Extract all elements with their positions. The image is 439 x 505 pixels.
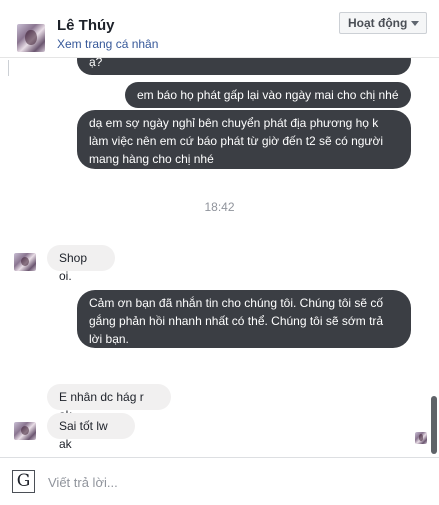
message-line: Sai tốt lw ak (59, 419, 108, 451)
message-bubble-incoming: Sai tốt lw ak (47, 413, 135, 451)
reply-input[interactable] (46, 470, 420, 494)
contact-avatar-small[interactable] (14, 253, 36, 271)
message-line: em báo họ phát gấp lại vào ngày mai cho … (137, 88, 399, 102)
message-line: Cảm ơn bạn đã nhắn tin cho chúng tôi. Ch… (89, 296, 384, 310)
message-bubble-outgoing: Cảm ơn bạn đã nhắn tin cho chúng tôi. Ch… (77, 290, 411, 348)
status-dropdown-label: Hoạt động (348, 16, 408, 30)
scrollbar-thumb[interactable] (431, 396, 437, 454)
message-bubble-outgoing: dạ em sợ ngày nghỉ bên chuyển phát địa p… (77, 110, 411, 169)
contact-avatar-small[interactable] (14, 422, 36, 440)
contact-name[interactable]: Lê Thúy (57, 17, 115, 34)
g-icon[interactable]: G (12, 470, 35, 493)
timestamp: 18:42 (204, 200, 235, 214)
message-line: mang hàng cho chị nhé (89, 152, 214, 166)
message-line: lời bạn. (89, 332, 129, 346)
message-bubble-outgoing: ạ? (77, 57, 411, 75)
message-bubble-incoming: E nhân dc hág r ak (47, 384, 171, 422)
message-bubble-incoming: Shop oi. (47, 245, 115, 283)
message-bubble-outgoing: em báo họ phát gấp lại vào ngày mai cho … (125, 82, 411, 108)
message-line: Shop oi. (59, 251, 88, 283)
status-dropdown[interactable]: Hoạt động (339, 12, 427, 34)
view-profile-link[interactable]: Xem trang cá nhân (57, 37, 158, 51)
seen-indicator-avatar (415, 432, 427, 444)
message-line: làm việc nên em cứ báo phát từ giờ đến t… (89, 134, 383, 148)
message-line: gắng phản hồi nhanh nhất có thể. Chúng t… (89, 314, 384, 328)
chevron-down-icon (411, 21, 419, 26)
reply-composer: G (0, 457, 439, 505)
message-list[interactable]: ạ? em báo họ phát gấp lại vào ngày mai c… (0, 57, 439, 457)
chat-header: Lê Thúy Xem trang cá nhân Hoạt động (0, 0, 439, 58)
message-line: dạ em sợ ngày nghỉ bên chuyển phát địa p… (89, 116, 379, 130)
message-line: ạ? (89, 57, 103, 69)
contact-avatar[interactable] (17, 24, 45, 52)
